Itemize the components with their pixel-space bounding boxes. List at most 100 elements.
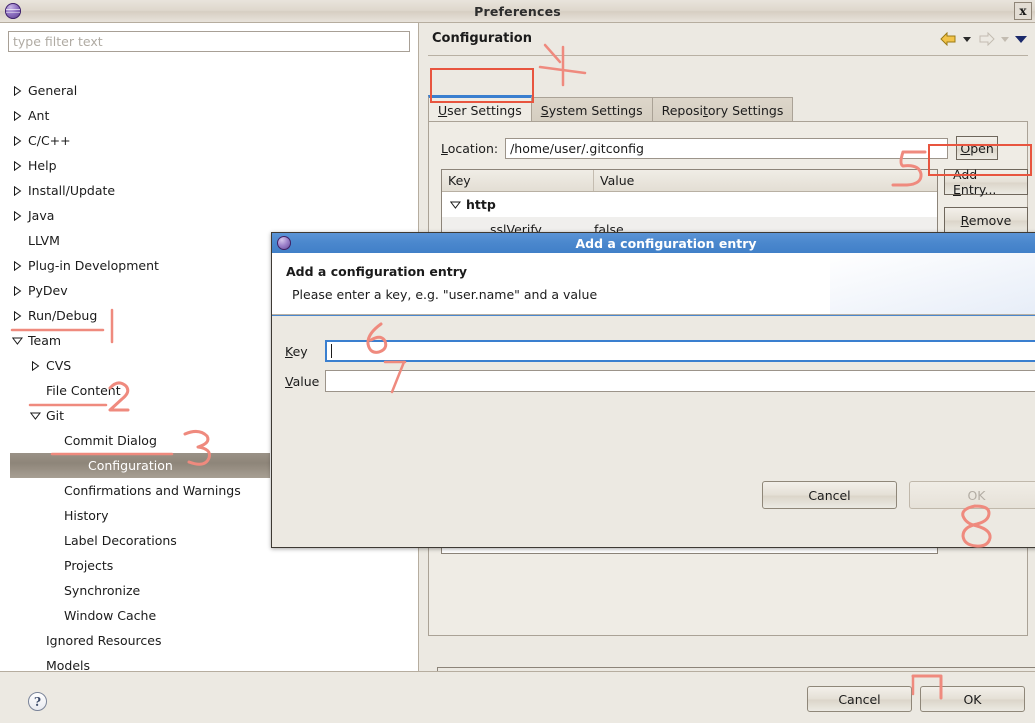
- tree-item-label: Java: [28, 208, 55, 223]
- dialog-value-row: Value: [285, 370, 1035, 392]
- tree-item-install-update[interactable]: Install/Update: [0, 178, 419, 203]
- tree-item-java[interactable]: Java: [0, 203, 419, 228]
- tree-item-label: Commit Dialog: [64, 433, 157, 448]
- back-history-caret-icon[interactable]: [963, 36, 971, 42]
- dialog-value-label: Value: [285, 373, 320, 389]
- forward-arrow-icon: [977, 31, 995, 47]
- column-header-key[interactable]: Key: [442, 170, 594, 191]
- no-twisty: [10, 234, 24, 248]
- remove-button[interactable]: Remove: [944, 207, 1028, 233]
- chevron-right-icon[interactable]: [10, 184, 24, 198]
- dialog-ok-label: OK: [967, 487, 986, 503]
- add-entry-button[interactable]: Add Entry...: [944, 167, 1028, 197]
- chevron-right-icon[interactable]: [10, 134, 24, 148]
- tree-item-label: Label Decorations: [64, 533, 177, 548]
- tree-item-help[interactable]: Help: [0, 153, 419, 178]
- chevron-down-icon[interactable]: [28, 409, 42, 423]
- back-arrow-icon[interactable]: [939, 31, 957, 47]
- table-cell-key: http: [466, 197, 496, 212]
- chevron-right-icon[interactable]: [10, 209, 24, 223]
- footer-buttons: Cancel OK: [807, 686, 1025, 712]
- chevron-down-icon[interactable]: [448, 201, 462, 209]
- no-twisty: [46, 509, 60, 523]
- panel-navigation: [939, 31, 1027, 47]
- table-row[interactable]: http: [442, 192, 937, 217]
- dialog-key-label: Key: [285, 343, 308, 359]
- filter-input[interactable]: type filter text: [8, 31, 410, 52]
- location-label: Location:: [441, 140, 499, 156]
- location-row: Location: /home/user/.gitconfig Open: [441, 136, 999, 160]
- window-title: Preferences: [474, 3, 561, 19]
- settings-tabs: User Settings System Settings Repository S…: [428, 95, 794, 122]
- no-twisty: [46, 584, 60, 598]
- tree-item-c-c[interactable]: C/C++: [0, 128, 419, 153]
- dialog-subtitle: Please enter a key, e.g. "user.name" and…: [292, 287, 598, 302]
- chevron-right-icon[interactable]: [10, 259, 24, 273]
- dialog-cancel-label: Cancel: [808, 487, 851, 503]
- tab-repository-settings[interactable]: Repository Settings: [651, 97, 794, 122]
- dialog-title: Add a configuration entry: [575, 235, 757, 251]
- tree-item-label: Help: [28, 158, 57, 173]
- tree-item-label: CVS: [46, 358, 72, 373]
- tab-user-settings[interactable]: User Settings: [428, 95, 532, 122]
- tree-item-label: Ignored Resources: [46, 633, 162, 648]
- tree-item-label: File Content: [46, 383, 121, 398]
- dialog-heading: Add a configuration entry: [286, 264, 468, 279]
- chevron-right-icon[interactable]: [10, 284, 24, 298]
- question-mark-icon[interactable]: ?: [28, 692, 47, 711]
- dialog-ok-button: OK: [909, 481, 1035, 509]
- tree-item-label: General: [28, 83, 78, 98]
- open-button[interactable]: Open: [956, 136, 999, 160]
- dialog-body: Key Value Cancel OK: [272, 316, 1035, 519]
- tree-item-label: Confirmations and Warnings: [64, 483, 241, 498]
- dialog-key-row: Key: [285, 340, 1035, 362]
- tree-item-label: History: [64, 508, 109, 523]
- chevron-right-icon[interactable]: [28, 359, 42, 373]
- tree-item-projects[interactable]: Projects: [0, 553, 419, 578]
- chevron-down-icon[interactable]: [10, 334, 24, 348]
- footer-ok-label: OK: [963, 691, 982, 707]
- tab-system-settings[interactable]: System Settings: [530, 97, 653, 122]
- chevron-right-icon[interactable]: [10, 309, 24, 323]
- column-header-value[interactable]: Value: [594, 170, 937, 191]
- no-twisty: [46, 434, 60, 448]
- tree-item-label: Configuration: [88, 458, 173, 473]
- tree-item-label: Ant: [28, 108, 50, 123]
- tree-item-general[interactable]: General: [0, 78, 419, 103]
- page-title: Configuration: [432, 31, 532, 46]
- view-menu-caret-icon[interactable]: [1015, 35, 1027, 43]
- footer-ok-button[interactable]: OK: [920, 686, 1025, 712]
- tab-label: System Settings: [540, 102, 643, 118]
- chevron-right-icon[interactable]: [10, 159, 24, 173]
- location-input[interactable]: /home/user/.gitconfig: [505, 137, 949, 159]
- no-twisty: [46, 559, 60, 573]
- tree-item-label: Plug-in Development: [28, 258, 159, 273]
- add-entry-button-label: Add Entry...: [953, 167, 997, 197]
- dialog-value-field[interactable]: [325, 370, 1035, 392]
- no-twisty: [46, 609, 60, 623]
- table-header-row: Key Value: [442, 170, 937, 192]
- footer-cancel-button[interactable]: Cancel: [807, 686, 912, 712]
- window-titlebar: Preferences x: [0, 0, 1035, 23]
- tree-item-label: Git: [46, 408, 65, 423]
- chevron-right-icon[interactable]: [10, 109, 24, 123]
- tree-item-ant[interactable]: Ant: [0, 103, 419, 128]
- remove-button-label: Remove: [960, 212, 1012, 228]
- panel-divider: [428, 55, 1028, 56]
- tree-item-window-cache[interactable]: Window Cache: [0, 603, 419, 628]
- chevron-right-icon[interactable]: [10, 84, 24, 98]
- tree-item-configuration[interactable]: Configuration: [10, 453, 270, 478]
- text-caret-icon: [331, 344, 332, 358]
- dialog-buttons: Cancel OK: [272, 481, 1035, 509]
- tree-item-label: Synchronize: [64, 583, 141, 598]
- close-icon[interactable]: x: [1014, 2, 1032, 20]
- dialog-key-field[interactable]: [325, 340, 1035, 362]
- tree-item-label: Projects: [64, 558, 114, 573]
- no-twisty: [28, 384, 42, 398]
- dialog-cancel-button[interactable]: Cancel: [762, 481, 897, 509]
- tree-item-ignored-resources[interactable]: Ignored Resources: [0, 628, 419, 653]
- tree-item-label: PyDev: [28, 283, 68, 298]
- tab-label: User Settings: [438, 102, 522, 118]
- footer-cancel-label: Cancel: [838, 691, 881, 707]
- tree-item-synchronize[interactable]: Synchronize: [0, 578, 419, 603]
